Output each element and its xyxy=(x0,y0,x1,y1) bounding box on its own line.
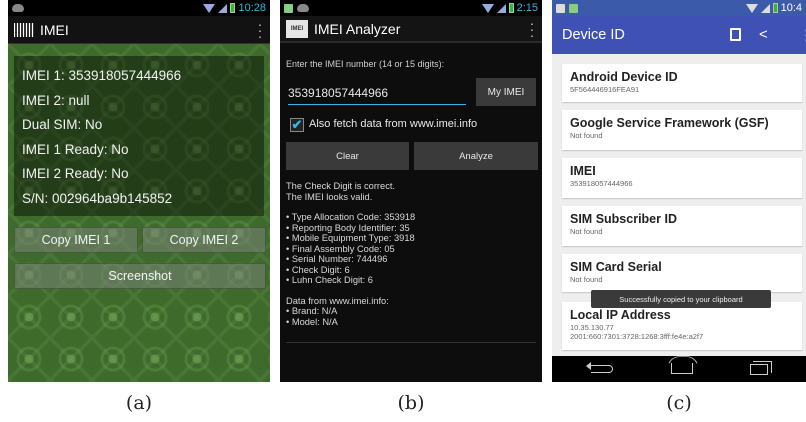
clipboard-toast: Successfully copied to your clipboard xyxy=(591,290,771,308)
copy-imei1-button[interactable]: Copy IMEI 1 xyxy=(14,227,138,253)
imei-info-card: IMEI 1: 353918057444966 IMEI 2: null Dua… xyxy=(14,56,264,216)
item-value: Not found xyxy=(570,227,603,236)
wifi-icon xyxy=(481,3,494,13)
fetch-checkbox[interactable]: ✔ xyxy=(290,118,304,132)
my-imei-button[interactable]: My IMEI xyxy=(476,78,536,106)
overflow-menu-icon[interactable]: · · · xyxy=(528,16,536,42)
battery-icon xyxy=(230,3,236,13)
list-item-sim-serial[interactable]: SIM Card Serial Not found xyxy=(562,254,802,292)
result-bullet: • Mobile Equipment Type: 3918 xyxy=(286,233,415,243)
app-title: IMEI xyxy=(40,21,69,38)
panel-c-screen: 10:4 Device ID < ⋮ Android Device ID 5F5… xyxy=(552,0,806,382)
imei1-ready-row: IMEI 1 Ready: No xyxy=(22,141,129,157)
action-bar: IMEI · · · xyxy=(8,16,270,44)
signal-icon xyxy=(218,3,228,13)
wifi-icon xyxy=(203,3,216,13)
status-bar: 2:15 xyxy=(280,0,542,16)
imei-hint-label: Enter the IMEI number (14 or 15 digits): xyxy=(286,59,445,69)
list-item-imei[interactable]: IMEI 353918057444966 xyxy=(562,158,802,198)
item-value-ipv6: 2001:660:7301:3728:1268:3fff:fe4e:a2f7 xyxy=(570,332,704,341)
copy-imei2-button[interactable]: Copy IMEI 2 xyxy=(142,227,266,253)
wifi-icon xyxy=(745,3,758,13)
battery-icon xyxy=(772,3,778,13)
result-bullet: • Luhn Check Digit: 6 xyxy=(286,275,373,285)
overflow-menu-icon[interactable]: ⋮ xyxy=(799,26,806,44)
item-value: Not found xyxy=(570,131,603,140)
divider xyxy=(286,342,536,343)
status-time: 10:4 xyxy=(780,2,802,14)
item-value: 5F564446916FEA91 xyxy=(570,85,640,94)
item-value: Not found xyxy=(570,275,603,284)
item-title: Google Service Framework (GSF) xyxy=(570,116,769,130)
navigation-bar xyxy=(552,356,806,382)
action-bar: Device ID < ⋮ xyxy=(552,16,806,54)
imei2-ready-row: IMEI 2 Ready: No xyxy=(22,166,129,181)
list-item-sim-subscriber[interactable]: SIM Subscriber ID Not found xyxy=(562,206,802,246)
clear-button[interactable]: Clear xyxy=(286,142,409,170)
status-time: 2:15 xyxy=(516,2,538,14)
info-bullet: • Model: N/A xyxy=(286,316,338,327)
imei1-row: IMEI 1: 353918057444966 xyxy=(22,68,182,83)
cat-icon xyxy=(297,4,309,12)
battery-icon xyxy=(508,3,514,13)
copy-icon[interactable] xyxy=(730,28,741,41)
result-line: The Check Digit is correct. xyxy=(286,181,396,191)
panel-a-screen: 10:28 IMEI · · · IMEI 1: 353918057444966 I… xyxy=(8,0,270,382)
result-bullet: • Type Allocation Code: 353918 xyxy=(286,212,416,222)
result-bullet: • Final Assembly Code: 05 xyxy=(286,243,395,254)
analysis-result: The Check Digit is correct. The IMEI loo… xyxy=(286,181,540,341)
imei-input[interactable]: 353918057444966 xyxy=(288,81,466,105)
app-logo-icon xyxy=(14,22,34,37)
list-item-android-id[interactable]: Android Device ID 5F564446916FEA91 xyxy=(562,64,802,102)
signal-icon xyxy=(760,3,770,13)
result-bullet: • Check Digit: 6 xyxy=(286,264,350,275)
action-bar: IMEI IMEI Analyzer · · · xyxy=(280,16,542,43)
overflow-menu-icon[interactable]: · · · xyxy=(256,17,264,43)
cat-icon xyxy=(12,4,24,12)
analyze-button[interactable]: Analyze xyxy=(414,142,538,170)
status-time: 10:28 xyxy=(238,2,266,14)
back-icon[interactable] xyxy=(586,362,613,373)
recent-apps-icon[interactable] xyxy=(750,361,772,375)
signal-icon xyxy=(496,3,506,13)
app-title: Device ID xyxy=(562,27,625,43)
panel-b-screen: 2:15 IMEI IMEI Analyzer · · · Enter the IM… xyxy=(280,0,542,382)
result-bullet: • Serial Number: 744496 xyxy=(286,254,388,264)
result-bullet: • Reporting Body Identifier: 35 xyxy=(286,222,410,233)
caption-c: (c) xyxy=(666,392,692,414)
image-icon xyxy=(556,3,565,13)
fetch-checkbox-label: Also fetch data from www.imei.info xyxy=(309,118,478,130)
item-value: 10.35.130.77 xyxy=(570,323,614,332)
item-title: SIM Card Serial xyxy=(570,260,662,274)
item-title: IMEI xyxy=(570,164,596,178)
info-bullet: • Brand: N/A xyxy=(286,306,338,316)
serial-number-row: S/N: 002964ba9b145852 xyxy=(22,190,173,206)
notification-icon xyxy=(569,3,578,13)
notification-icon xyxy=(284,3,293,13)
list-item-gsf[interactable]: Google Service Framework (GSF) Not found xyxy=(562,110,802,150)
info-title: Data from www.imei.info: xyxy=(286,295,389,306)
imei-logo-icon: IMEI xyxy=(286,19,308,38)
list-item-local-ip[interactable]: Local IP Address 10.35.130.77 2001:660:7… xyxy=(562,302,802,350)
caption-b: (b) xyxy=(397,392,425,414)
share-icon[interactable]: < xyxy=(759,26,768,43)
dual-sim-row: Dual SIM: No xyxy=(22,117,103,132)
result-line: The IMEI looks valid. xyxy=(286,191,373,202)
item-title: Local IP Address xyxy=(570,308,671,322)
app-title: IMEI Analyzer xyxy=(314,20,401,37)
item-title: Android Device ID xyxy=(570,70,678,84)
imei2-row: IMEI 2: null xyxy=(22,92,90,108)
caption-a: (a) xyxy=(125,392,153,414)
status-bar: 10:4 xyxy=(552,0,806,16)
item-value: 353918057444966 xyxy=(570,179,633,188)
status-bar: 10:28 xyxy=(8,0,270,16)
screenshot-button[interactable]: Screenshot xyxy=(14,263,266,289)
home-icon[interactable] xyxy=(671,363,693,374)
item-title: SIM Subscriber ID xyxy=(570,212,677,226)
